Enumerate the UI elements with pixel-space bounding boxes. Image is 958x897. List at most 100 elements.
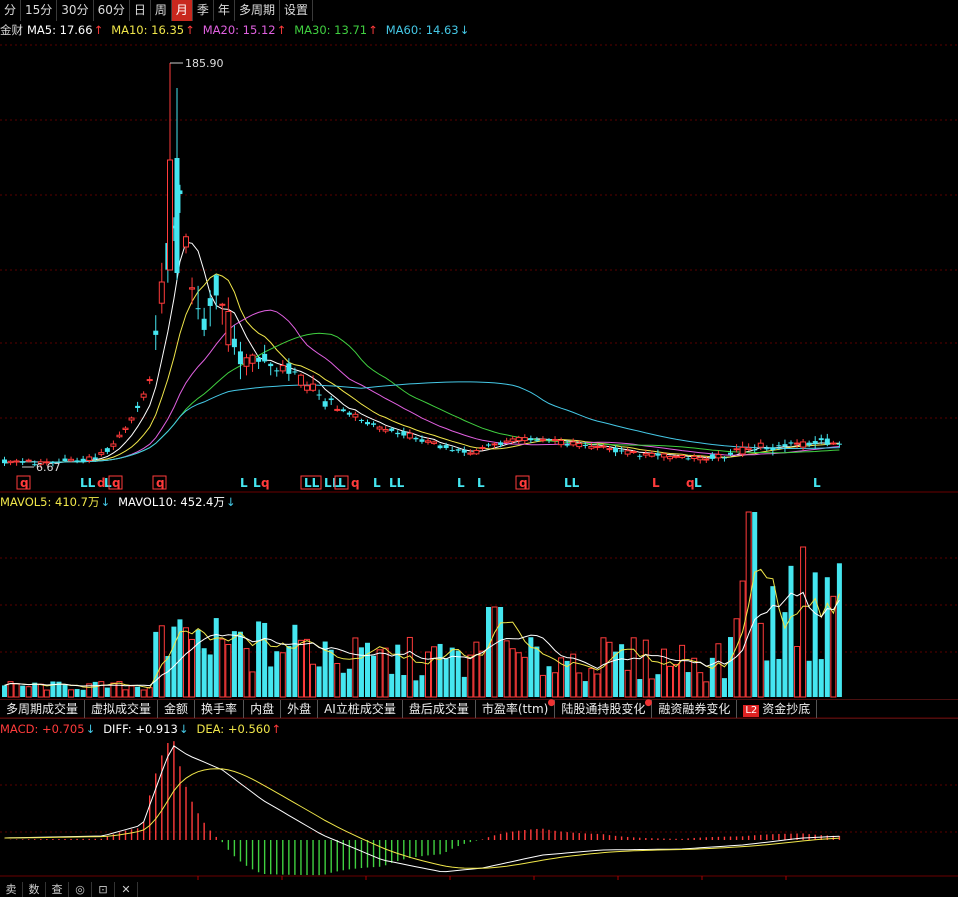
candle	[365, 419, 370, 426]
indicator-tab-label: 虚拟成交量	[91, 702, 152, 716]
indicator-tab-0[interactable]: 多周期成交量	[0, 700, 86, 718]
bottom-tool-1[interactable]: 数	[23, 882, 46, 897]
indicator-tab-2[interactable]: 金额	[158, 700, 196, 718]
indicator-tab-label: 外盘	[287, 702, 312, 716]
signal-text: LL	[80, 476, 96, 490]
candle	[334, 405, 341, 412]
indicator-tab-label: 多周期成交量	[6, 702, 79, 716]
volume-bar	[498, 607, 504, 697]
volume-bar	[146, 687, 153, 698]
volume-bar	[770, 586, 776, 697]
x-axis-label: 08	[276, 880, 291, 882]
bottom-tool-5[interactable]: ✕	[115, 882, 138, 897]
volume-bar	[739, 580, 746, 698]
volume-bar	[824, 577, 830, 697]
volume-bar	[515, 652, 522, 698]
legend-item: DEA: +0.560↑	[197, 722, 282, 736]
candle	[146, 376, 153, 385]
l2-badge: L2	[743, 705, 760, 717]
candle	[183, 233, 189, 254]
volume-bar	[667, 665, 673, 698]
indicator-tab-7[interactable]: 盘后成交量	[403, 700, 476, 718]
signal-text: L	[652, 476, 660, 490]
candle	[382, 426, 389, 434]
signal-text: L	[324, 476, 332, 490]
indicator-tab-label: 金额	[164, 702, 189, 716]
volume-bar	[231, 631, 237, 697]
volume-bar	[728, 637, 733, 697]
volume-bar	[262, 622, 268, 697]
x-axis-label: 08	[528, 880, 543, 882]
volume-bar	[691, 657, 698, 698]
volume-bar	[619, 644, 625, 697]
candle	[297, 373, 304, 388]
kline-chart[interactable]: 185.906.67 q LL dL q q L Lq LL L LL q L LL L Lq LL Lq L L …	[0, 0, 958, 882]
volume-bar	[479, 650, 486, 698]
signal-text: L	[240, 476, 248, 490]
indicator-tab-1[interactable]: 虚拟成交量	[85, 700, 159, 718]
volume-bar	[673, 663, 680, 698]
indicator-tab-8[interactable]: 市盈率(ttm) ●	[476, 699, 556, 718]
indicator-tab-6[interactable]: AI立桩成交量	[318, 700, 403, 718]
indicator-tab-9[interactable]: 陆股通持股变化 ●	[555, 699, 653, 718]
x-axis-label: 08	[780, 880, 795, 882]
macd-legend: MACD: +0.705↓ DIFF: +0.913↓ DEA: +0.560↑	[0, 721, 289, 737]
signal-marker: L	[813, 476, 821, 490]
volume-bar	[98, 681, 105, 698]
indicator-tab-label: 资金抄底	[762, 702, 811, 716]
volume-bar	[431, 646, 438, 698]
x-axis-label: 08	[696, 880, 711, 882]
bottom-tool-3[interactable]: ◎	[69, 882, 92, 897]
candle	[667, 455, 673, 462]
signal-text: L	[104, 476, 112, 490]
legend-item: MACD: +0.705↓	[0, 722, 95, 736]
candle	[376, 425, 383, 433]
candle	[68, 456, 75, 463]
volume-bar	[128, 685, 135, 698]
bottom-tool-0[interactable]: 卖	[0, 882, 23, 897]
indicator-tab-10[interactable]: 融资融券变化	[652, 700, 738, 718]
indicator-tab-11[interactable]: L2 资金抄底	[737, 700, 818, 718]
candle	[279, 360, 286, 374]
volume-bar	[256, 621, 262, 697]
candle	[219, 302, 226, 325]
legend-value: MACD: +0.705	[0, 722, 85, 736]
signal-marker: L	[457, 476, 465, 490]
volume-bar	[624, 669, 631, 698]
x-axis-label: 08	[192, 880, 207, 882]
volume-bar	[552, 672, 559, 698]
volume-bar	[721, 678, 727, 697]
volume-bar	[406, 636, 413, 698]
volume-bar	[788, 565, 794, 697]
candle	[243, 353, 250, 376]
candle	[237, 341, 243, 380]
signal-marker: L	[694, 476, 702, 490]
volume-bar	[648, 678, 655, 698]
volume-bar	[486, 607, 491, 697]
indicator-tab-4[interactable]: 内盘	[244, 700, 282, 718]
candle	[195, 285, 201, 320]
volume-bar	[539, 674, 546, 698]
volume-bar	[334, 663, 341, 698]
signal-markers: q LL dL q q L Lq LL L LL q L LL L Lq LL Lq L L	[16, 475, 821, 490]
signal-text: q	[261, 476, 270, 490]
candle	[328, 395, 334, 405]
bottom-tool-4[interactable]: ⊡	[92, 882, 115, 897]
signal-marker: q	[351, 476, 360, 490]
candle	[7, 460, 14, 466]
candle	[479, 445, 486, 451]
volume-bar	[74, 689, 80, 697]
bottom-tool-2[interactable]: 查	[46, 882, 69, 897]
candle	[116, 431, 123, 439]
indicator-tab-5[interactable]: 外盘	[281, 700, 319, 718]
candle	[552, 436, 559, 445]
volume-bar	[219, 638, 226, 698]
indicator-tab-3[interactable]: 换手率	[195, 700, 245, 718]
volume-bar	[135, 686, 141, 697]
volume-bar	[521, 656, 528, 698]
indicator-tab-label: 内盘	[250, 702, 275, 716]
candle	[679, 454, 686, 460]
candle	[685, 456, 691, 461]
macd-histogram	[3, 741, 841, 876]
volume-bar	[297, 639, 304, 698]
